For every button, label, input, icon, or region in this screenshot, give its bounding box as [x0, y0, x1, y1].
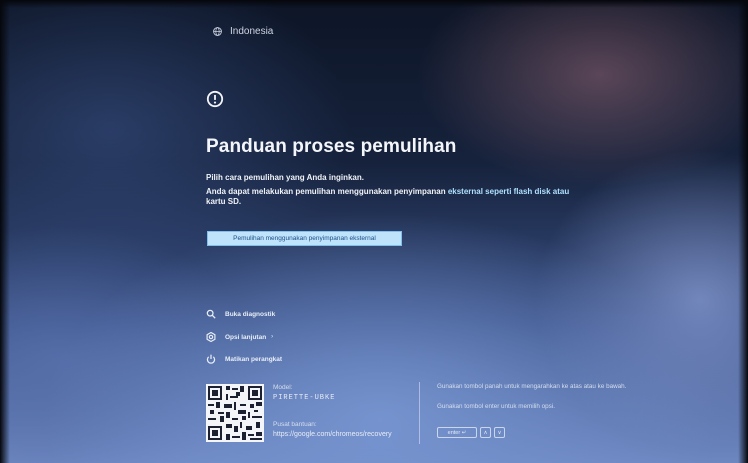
- model-label: Model:: [273, 384, 293, 391]
- description-text: Anda dapat melakukan pemulihan menggunak…: [206, 187, 448, 196]
- page-title: Panduan proses pemulihan: [206, 136, 457, 157]
- help-center-label: Pusat bantuan:: [273, 421, 317, 428]
- down-arrow-icon: ∨: [494, 427, 505, 438]
- description-highlight: eksternal seperti flash disk atau: [447, 187, 570, 196]
- up-arrow-icon: ∧: [480, 427, 491, 438]
- language-label: Indonesia: [230, 26, 274, 37]
- model-value: PIRETTE-UBKE: [273, 394, 336, 402]
- screen-bezel-right: [738, 0, 748, 463]
- power-icon: [206, 354, 216, 364]
- menu-item-label: Opsi lanjutan: [225, 333, 267, 341]
- external-storage-recovery-button[interactable]: Pemulihan menggunakan penyimpanan ekster…: [207, 231, 402, 246]
- menu-item-power-off[interactable]: Matikan perangkat: [206, 354, 282, 364]
- chevron-right-icon: ›: [271, 334, 274, 340]
- search-icon: [206, 309, 216, 319]
- screen-bezel-left: [0, 0, 10, 463]
- screen-bezel-top: [0, 0, 748, 8]
- description: Anda dapat melakukan pemulihan menggunak…: [206, 187, 601, 207]
- menu-item-label: Matikan perangkat: [225, 355, 283, 363]
- alert-circle-icon: [206, 90, 224, 108]
- settings-icon: [206, 332, 216, 342]
- qr-code-icon: [206, 384, 264, 442]
- footer-divider: [419, 382, 420, 444]
- subtitle: Pilih cara pemulihan yang Anda inginkan.: [206, 173, 364, 182]
- recovery-screen: Indonesia Panduan proses pemulihan Pilih…: [0, 0, 748, 463]
- description-text-end: kartu SD.: [206, 197, 242, 206]
- enter-key-hint: enter ↵: [437, 427, 477, 438]
- help-center-link[interactable]: https://google.com/chromeos/recovery: [273, 431, 392, 438]
- menu-item-diagnostics[interactable]: Buka diagnostik: [206, 309, 275, 319]
- enter-hint: Gunakan tombol enter untuk memilih opsi.: [437, 403, 555, 410]
- globe-icon: [213, 27, 222, 36]
- navigation-hint: Gunakan tombol panah untuk mengarahkan k…: [437, 383, 627, 390]
- menu-item-advanced-options[interactable]: Opsi lanjutan ›: [206, 332, 273, 342]
- menu-item-label: Buka diagnostik: [225, 310, 276, 318]
- language-selector[interactable]: Indonesia: [213, 26, 273, 37]
- keyboard-hints: enter ↵ ∧ ∨: [437, 427, 505, 438]
